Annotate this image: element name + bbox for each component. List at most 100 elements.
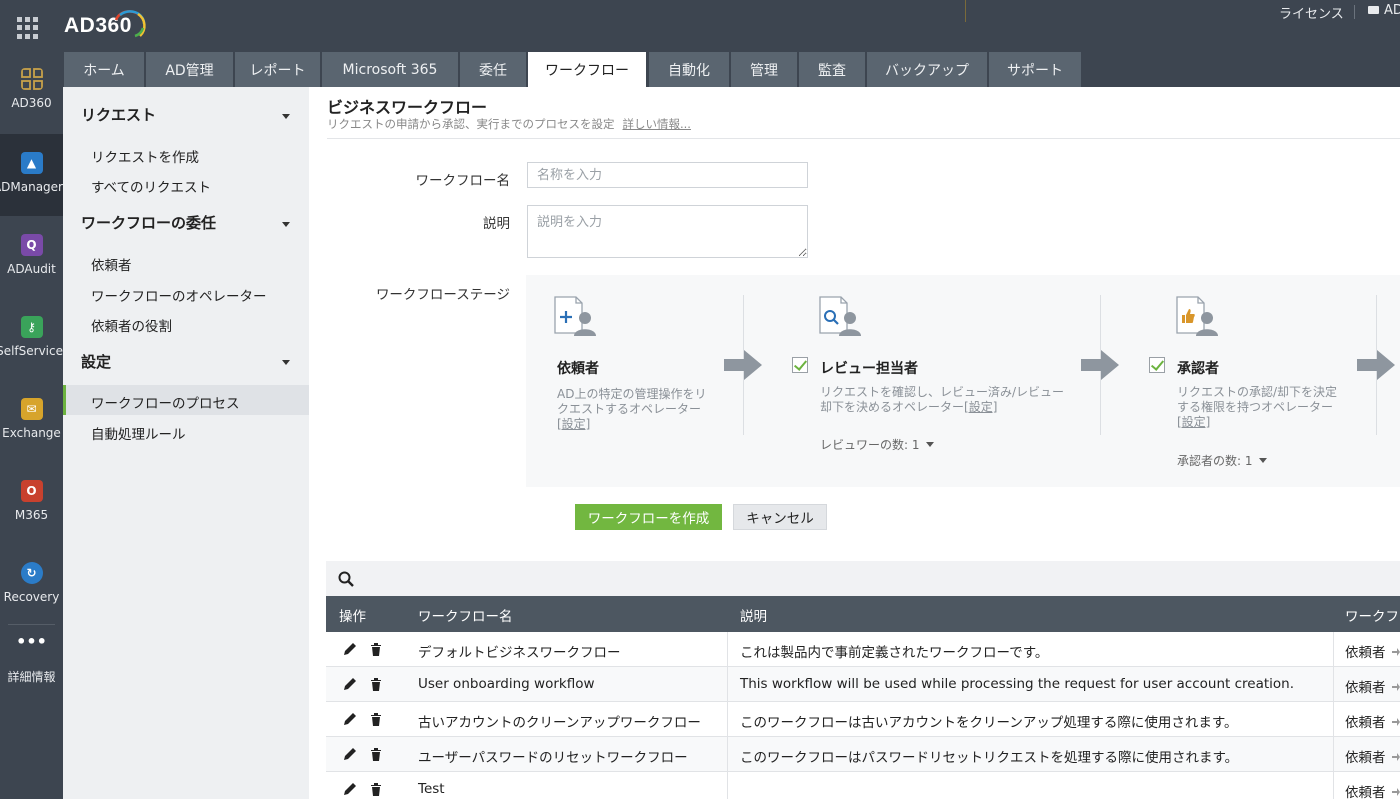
sidebar-section-request[interactable]: リクエスト [81,104,156,125]
column-header-name[interactable]: ワークフロー名 [418,605,513,625]
stage-config-link[interactable]: [設定] [1177,415,1210,429]
table-row[interactable]: User onboarding workflow This workflow w… [326,667,1400,702]
table-row[interactable]: デフォルトビジネスワークフロー これは製品内で事前定義されたワークフローです。 … [326,632,1400,667]
rail-item-more[interactable]: ••• 詳細情報 [0,632,63,714]
tab-automation[interactable]: 自動化 [649,52,729,87]
approver-stage-checkbox[interactable] [1149,357,1165,373]
search-icon[interactable] [338,571,354,587]
workflow-name-label: ワークフロー名 [415,173,511,189]
column-divider [727,772,728,799]
cancel-button[interactable]: キャンセル [733,504,827,530]
workflow-desc-cell: This workflow will be used while process… [740,676,1295,692]
stage-desc-reviewer: リクエストを確認し、レビュー済み/レビュー却下を決めるオペレーター[設定] [820,385,1068,415]
tab-delegation[interactable]: 委任 [460,52,526,87]
adaudit-icon: Q [20,234,43,256]
workflow-stage-label: ワークフローステージ [375,287,510,303]
workflow-name-cell: デフォルトビジネスワークフロー [418,645,621,661]
sidebar-section-settings[interactable]: 設定 [81,351,111,372]
delete-trash-icon[interactable] [369,712,383,726]
sidebar-section-delegation[interactable]: ワークフローの委任 [81,212,216,233]
folder-menu[interactable]: AD [1368,3,1400,18]
workflow-desc-cell: このワークフローはパスワードリセットリクエストを処理する際に使用されます。 [740,750,1239,766]
tab-microsoft-365[interactable]: Microsoft 365 [322,52,458,87]
stage-cell-text: 依頼者 [1345,715,1386,731]
edit-pencil-icon[interactable] [343,782,357,796]
table-row[interactable]: ユーザーパスワードのリセットワークフロー このワークフローはパスワードリセットリ… [326,737,1400,772]
workflow-name-cell: 古いアカウントのクリーンアップワークフロー [418,715,701,731]
chevron-down-icon[interactable] [282,222,290,227]
stage-desc-text: リクエストを確認し、レビュー済み/レビュー却下を決めるオペレーター [820,385,1065,414]
column-header-description[interactable]: 説明 [740,605,767,625]
tab-ad-management[interactable]: AD管理 [146,52,233,87]
logo-arc-icon [114,10,146,38]
stage-config-link[interactable]: [設定] [964,400,997,414]
folder-label: AD [1384,3,1400,18]
subtitle-text: リクエストの申請から承認、実行までのプロセスを設定 [327,117,615,131]
rail-label: Recovery [3,590,60,604]
sidebar-item-requesters[interactable]: 依頼者 [91,254,132,274]
tab-audit[interactable]: 監査 [799,52,865,87]
folder-icon [1368,6,1379,14]
stage-config-link[interactable]: [設定] [557,417,590,431]
tab-home[interactable]: ホーム [64,52,144,87]
stage-desc-text: AD上の特定の管理操作をリクエストするオペレーター [557,387,707,416]
edit-pencil-icon[interactable] [343,747,357,761]
chevron-down-icon[interactable] [282,360,290,365]
delete-trash-icon[interactable] [369,677,383,691]
app-rail: AD360 ▲ ADManager Q ADAudit ⚷ SelfServic… [0,52,63,799]
rail-item-admanager[interactable]: ▲ ADManager [0,134,63,216]
ad360-grid-icon [20,68,43,90]
delete-trash-icon[interactable] [369,747,383,761]
tab-support[interactable]: サポート [989,52,1081,87]
tab-admin[interactable]: 管理 [731,52,797,87]
create-workflow-button[interactable]: ワークフローを作成 [575,504,722,530]
workflow-desc-cell: このワークフローは古いアカウントをクリーンアップ処理する際に使用されます。 [740,715,1238,731]
top-divider [965,0,966,22]
page-subtitle: リクエストの申請から承認、実行までのプロセスを設定 詳しい情報... [327,116,691,132]
main-tab-bar: ホーム AD管理 レポート Microsoft 365 委任 ワークフロー 自動… [63,52,1400,87]
reviewer-count-text: レビュワーの数: 1 [820,438,920,452]
license-link[interactable]: ライセンス [1279,3,1344,22]
workflow-stage-cell: 依頼者 [1345,711,1400,731]
top-bar: AD360 ライセンス AD [0,0,1400,52]
delete-trash-icon[interactable] [369,642,383,656]
sidebar-item-all-requests[interactable]: すべてのリクエスト [91,176,211,196]
tab-reports[interactable]: レポート [235,52,320,87]
delete-trash-icon[interactable] [369,782,383,796]
description-textarea[interactable] [527,205,808,258]
edit-pencil-icon[interactable] [343,677,357,691]
app-grid-icon[interactable] [17,17,39,39]
edit-pencil-icon[interactable] [343,642,357,656]
stage-title-approver: 承認者 [1177,361,1219,377]
more-info-link[interactable]: 詳しい情報... [623,117,691,131]
tab-workflow[interactable]: ワークフロー [528,52,646,87]
column-divider [727,632,728,667]
table-row[interactable]: 古いアカウントのクリーンアップワークフロー このワークフローは古いアカウントをク… [326,702,1400,737]
header-divider [327,138,1400,139]
stage-cell-text: 依頼者 [1345,645,1386,661]
tab-backup[interactable]: バックアップ [867,52,987,87]
top-separator [1354,5,1355,19]
approver-count-dropdown[interactable]: 承認者の数: 1 [1177,452,1267,469]
reviewer-count-dropdown[interactable]: レビュワーの数: 1 [820,436,934,453]
sidebar-item-create-request[interactable]: リクエストを作成 [91,146,199,166]
exchange-mail-icon: ✉ [20,398,43,420]
sidebar-item-requester-roles[interactable]: 依頼者の役割 [91,315,172,335]
sidebar-item-workflow-process[interactable]: ワークフローのプロセス [91,392,240,412]
edit-pencil-icon[interactable] [343,712,357,726]
reviewer-stage-checkbox[interactable] [792,357,808,373]
column-header-workflow-stage[interactable]: ワークフ [1345,605,1399,625]
table-row[interactable]: Test 依頼者 [326,772,1400,801]
rail-item-exchange[interactable]: ✉ Exchange [0,380,63,462]
sidebar-item-automation-rules[interactable]: 自動処理ルール [91,423,186,443]
workflow-name-input[interactable] [527,162,808,188]
stage-desc-approver: リクエストの承認/却下を決定する権限を持つオペレーター[設定] [1177,385,1342,430]
rail-item-ad360[interactable]: AD360 [0,52,63,134]
sidebar-item-operators[interactable]: ワークフローのオペレーター [91,285,267,305]
rail-item-recovery[interactable]: ↻ Recovery [0,544,63,626]
rail-item-m365[interactable]: O M365 [0,462,63,544]
chevron-down-icon[interactable] [282,114,290,119]
workflow-stages-panel: 依頼者 AD上の特定の管理操作をリクエストするオペレーター[設定] レビュー担当… [526,275,1400,487]
rail-item-adaudit[interactable]: Q ADAudit [0,216,63,298]
rail-item-selfservice[interactable]: ⚷ SelfService [0,298,63,380]
